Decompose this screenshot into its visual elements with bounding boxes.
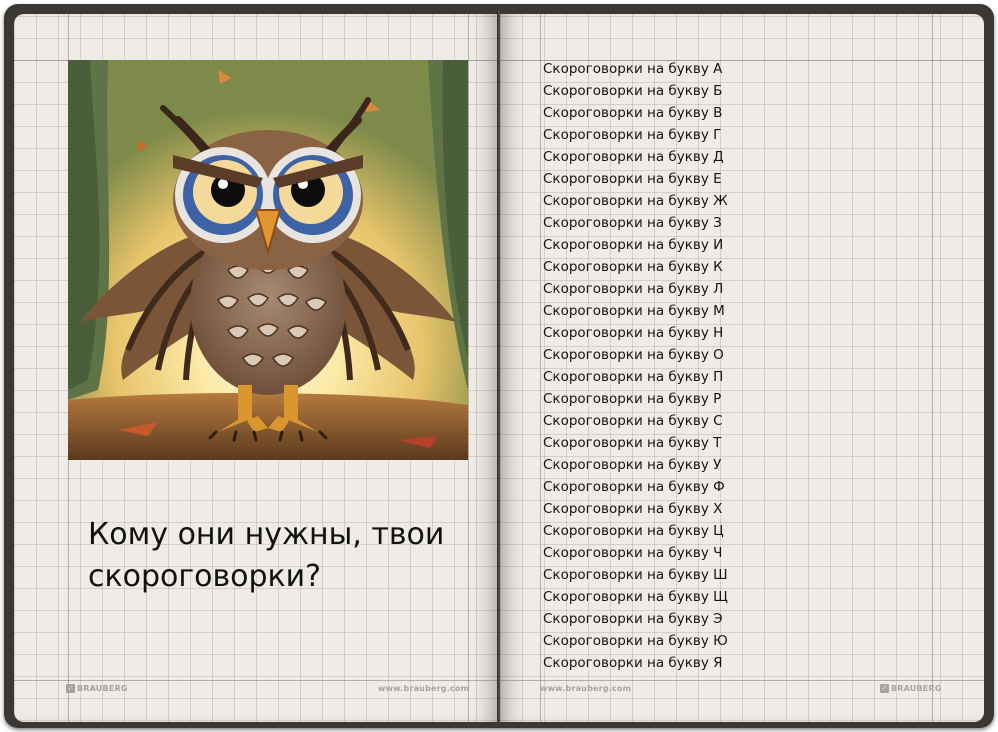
topic-link[interactable]: Скороговорки на букву Н [543, 322, 728, 344]
topic-link[interactable]: Скороговорки на букву И [543, 234, 728, 256]
owl-illustration [68, 60, 468, 460]
footer-url: www.brauberg.com [540, 684, 632, 693]
notebook: Кому они нужны, твои скороговорки? ✓ BRA… [0, 0, 998, 732]
topic-link[interactable]: Скороговорки на букву Ц [543, 520, 728, 542]
check-icon: ✓ [66, 684, 75, 693]
topic-list: Скороговорки на букву А Скороговорки на б… [543, 58, 728, 674]
margin-line [468, 14, 469, 722]
margin-line [932, 14, 933, 722]
topic-link[interactable]: Скороговорки на букву Х [543, 498, 728, 520]
topic-link[interactable]: Скороговорки на букву З [543, 212, 728, 234]
topic-link[interactable]: Скороговорки на букву Э [543, 608, 728, 630]
check-icon: ✓ [880, 684, 889, 693]
topic-link[interactable]: Скороговорки на букву Ж [543, 190, 728, 212]
margin-line [14, 680, 498, 681]
topic-link[interactable]: Скороговорки на букву У [543, 454, 728, 476]
topic-link[interactable]: Скороговорки на букву Ч [543, 542, 728, 564]
brand-logo: ✓ BRAUBERG [66, 684, 128, 693]
topic-link[interactable]: Скороговорки на букву П [543, 366, 728, 388]
brand-name: BRAUBERG [77, 684, 128, 693]
topic-link[interactable]: Скороговорки на букву Ш [543, 564, 728, 586]
topic-link[interactable]: Скороговорки на букву Ю [543, 630, 728, 652]
topic-link[interactable]: Скороговорки на букву С [543, 410, 728, 432]
topic-link[interactable]: Скороговорки на букву Р [543, 388, 728, 410]
margin-line [540, 14, 541, 722]
right-page: Скороговорки на букву А Скороговорки на б… [500, 14, 984, 722]
topic-link[interactable]: Скороговорки на букву А [543, 58, 728, 80]
topic-link[interactable]: Скороговорки на букву Т [543, 432, 728, 454]
topic-link[interactable]: Скороговорки на букву Щ [543, 586, 728, 608]
footer-url: www.brauberg.com [378, 684, 470, 693]
topic-link[interactable]: Скороговорки на букву К [543, 256, 728, 278]
brand-logo: ✓ BRAUBERG [880, 684, 942, 693]
left-page: Кому они нужны, твои скороговорки? ✓ BRA… [14, 14, 498, 722]
brand-name: BRAUBERG [891, 684, 942, 693]
topic-link[interactable]: Скороговорки на букву Д [543, 146, 728, 168]
topic-link[interactable]: Скороговорки на букву Г [543, 124, 728, 146]
topic-link[interactable]: Скороговорки на букву В [543, 102, 728, 124]
topic-link[interactable]: Скороговорки на букву М [543, 300, 728, 322]
topic-link[interactable]: Скороговорки на букву Ф [543, 476, 728, 498]
page-heading: Кому они нужны, твои скороговорки? [88, 517, 445, 594]
topic-link[interactable]: Скороговорки на букву Я [543, 652, 728, 674]
owl-image [68, 60, 468, 460]
topic-link[interactable]: Скороговорки на букву О [543, 344, 728, 366]
topic-link[interactable]: Скороговорки на букву Л [543, 278, 728, 300]
margin-line [500, 680, 984, 681]
topic-link[interactable]: Скороговорки на букву Е [543, 168, 728, 190]
topic-link[interactable]: Скороговорки на букву Б [543, 80, 728, 102]
